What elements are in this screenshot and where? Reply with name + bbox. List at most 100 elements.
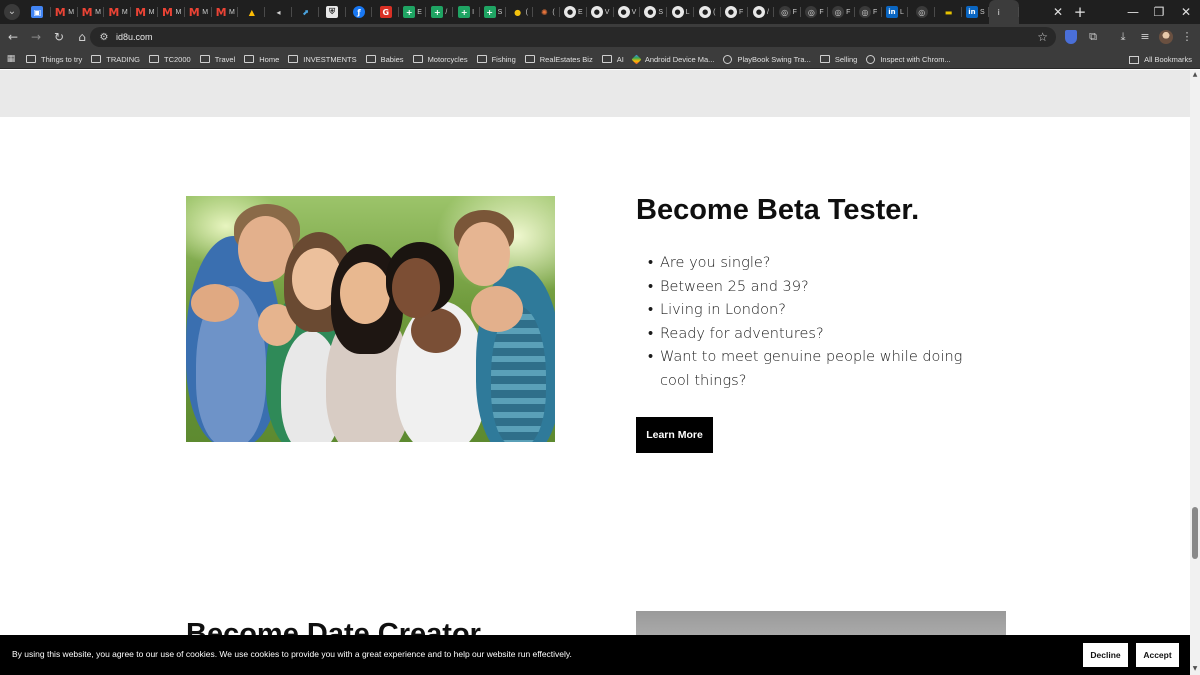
extensions-button[interactable]: ⧉	[1083, 27, 1103, 47]
bookmark-star-icon[interactable]: ☆	[1037, 30, 1048, 44]
globe-icon	[866, 54, 876, 64]
bookmark-item[interactable]: RealEstates Biz	[521, 50, 597, 69]
browser-tab[interactable]: ⛨	[319, 0, 346, 24]
decline-button[interactable]: Decline	[1083, 643, 1128, 667]
browser-tab[interactable]: ● E	[560, 0, 587, 24]
all-bookmarks-button[interactable]: All Bookmarks	[1129, 50, 1192, 69]
browser-tab[interactable]: ◎	[908, 0, 935, 24]
browser-tab[interactable]: in L	[882, 0, 909, 24]
active-browser-tab[interactable]: i	[988, 0, 1019, 24]
browser-tab[interactable]: ◎ F	[828, 0, 855, 24]
accept-button[interactable]: Accept	[1136, 643, 1179, 667]
new-tab-button[interactable]: +	[1071, 3, 1089, 21]
bookmark-item[interactable]: Things to try	[22, 50, 86, 69]
browser-tab[interactable]: ● L	[667, 0, 694, 24]
bookmark-item[interactable]: Android Device Ma...	[629, 50, 719, 69]
bookmark-item[interactable]: Home	[240, 50, 283, 69]
tab-title: I	[472, 8, 475, 16]
browser-tab[interactable]: MM	[131, 0, 158, 24]
browser-tab[interactable]: ▣	[24, 0, 51, 24]
bookmark-item[interactable]: TC2000	[145, 50, 195, 69]
media-controls-button[interactable]: ≡	[1135, 27, 1155, 47]
browser-tab[interactable]: ● V	[587, 0, 614, 24]
browser-tab[interactable]: ▬	[935, 0, 962, 24]
close-tab-button[interactable]: ✕	[1050, 4, 1066, 20]
forward-button[interactable]: →	[25, 26, 47, 48]
bookmark-item[interactable]: INVESTMENTS	[284, 50, 360, 69]
page-scrollbar[interactable]	[1190, 70, 1200, 675]
scroll-down-icon[interactable]: ▼	[1192, 666, 1198, 672]
browser-tab[interactable]: ● S	[640, 0, 667, 24]
bookmark-item[interactable]: Babies	[362, 50, 408, 69]
browser-tab[interactable]: ◎ F	[774, 0, 801, 24]
minimize-button[interactable]: —	[1120, 3, 1146, 21]
browser-tab[interactable]: ●(	[506, 0, 533, 24]
extension-shield-icon[interactable]	[1065, 30, 1077, 44]
bookmark-item[interactable]: Inspect with Chrom...	[862, 50, 954, 69]
gmail-icon: M	[188, 5, 200, 19]
bookmark-item[interactable]: Fishing	[473, 50, 520, 69]
browser-tab[interactable]: + S	[480, 0, 507, 24]
browser-tab[interactable]: ●(	[694, 0, 721, 24]
browser-tab[interactable]: MM	[185, 0, 212, 24]
media-icon: ≡	[1140, 30, 1150, 43]
downloads-button[interactable]: ⤓	[1113, 27, 1133, 47]
apps-icon[interactable]: ▦	[0, 50, 22, 69]
browser-tab[interactable]: + I	[453, 0, 480, 24]
browser-tab[interactable]: ƒ	[346, 0, 373, 24]
tab-title: E	[578, 8, 583, 16]
browser-tab[interactable]: ✺(	[533, 0, 560, 24]
github-icon: ●	[699, 6, 712, 18]
tab-title: M	[121, 8, 128, 16]
browser-tab[interactable]: G	[372, 0, 399, 24]
scroll-up-icon[interactable]: ▲	[1192, 72, 1198, 78]
tab-title: (	[552, 8, 555, 16]
folder-icon	[199, 55, 210, 63]
bookmark-label: Android Device Ma...	[644, 54, 715, 64]
profile-avatar[interactable]	[1159, 30, 1173, 44]
browser-tab[interactable]: ◎ F	[801, 0, 828, 24]
browser-tab[interactable]: ◎ F	[855, 0, 882, 24]
globe-icon: ◎	[832, 6, 845, 18]
bookmark-item[interactable]: TRADING	[87, 50, 144, 69]
tabs-list: ▣ M M M M M M M M M M M M M M ▲ ◂ ⬈ ⛨ ƒ G + E + / + I + S ●(✺(● E ● V ● V ●…	[24, 0, 1019, 24]
browser-tab[interactable]: ▲	[238, 0, 265, 24]
tab-title: (	[713, 8, 716, 16]
browser-tab[interactable]: MM	[78, 0, 105, 24]
restore-button[interactable]: ❐	[1146, 3, 1172, 21]
browser-tab[interactable]: ⬈	[292, 0, 319, 24]
back-button[interactable]: ←	[2, 26, 24, 48]
bookmark-item[interactable]: PlayBook Swing Tra...	[719, 50, 814, 69]
browser-tab[interactable]: ● F	[721, 0, 748, 24]
browser-tab[interactable]: ◂	[265, 0, 292, 24]
close-window-button[interactable]: ✕	[1173, 3, 1199, 21]
gmail-icon: M	[81, 5, 93, 19]
tab-title: M	[229, 8, 235, 16]
bookmark-item[interactable]: Travel	[196, 50, 240, 69]
browser-tab[interactable]: MM	[158, 0, 185, 24]
bookmark-item[interactable]: AI	[598, 50, 628, 69]
site-info-icon[interactable]: ⚙	[94, 32, 114, 43]
learn-more-button[interactable]: Learn More	[636, 417, 713, 453]
browser-tab[interactable]: in S	[962, 0, 989, 24]
folder-icon	[1129, 55, 1140, 64]
browser-tab[interactable]: MM	[51, 0, 78, 24]
browser-menu-button[interactable]: ⋮	[1177, 27, 1197, 47]
browser-tab[interactable]: + /	[426, 0, 453, 24]
browser-tab[interactable]: ● /	[748, 0, 775, 24]
bookmark-item[interactable]: Selling	[816, 50, 862, 69]
browser-tab[interactable]: + E	[399, 0, 426, 24]
browser-tab[interactable]: MM	[212, 0, 239, 24]
address-bar[interactable]: ⚙ id8u.com ☆	[90, 27, 1056, 47]
cookie-banner: By using this website, you agree to our …	[0, 635, 1190, 675]
bookmark-item[interactable]: Motorcycles	[409, 50, 472, 69]
reload-button[interactable]: ↻	[48, 26, 70, 48]
browser-tab[interactable]: ● V	[614, 0, 641, 24]
app-icon: ⬈	[302, 7, 309, 17]
browser-tab[interactable]: MM	[104, 0, 131, 24]
tab-title: (	[525, 8, 528, 16]
tab-title: F	[819, 8, 824, 16]
scrollbar-thumb[interactable]	[1192, 507, 1198, 559]
tab-search-button[interactable]: ⌄	[0, 0, 24, 24]
all-bookmarks-label: All Bookmarks	[1144, 55, 1192, 64]
